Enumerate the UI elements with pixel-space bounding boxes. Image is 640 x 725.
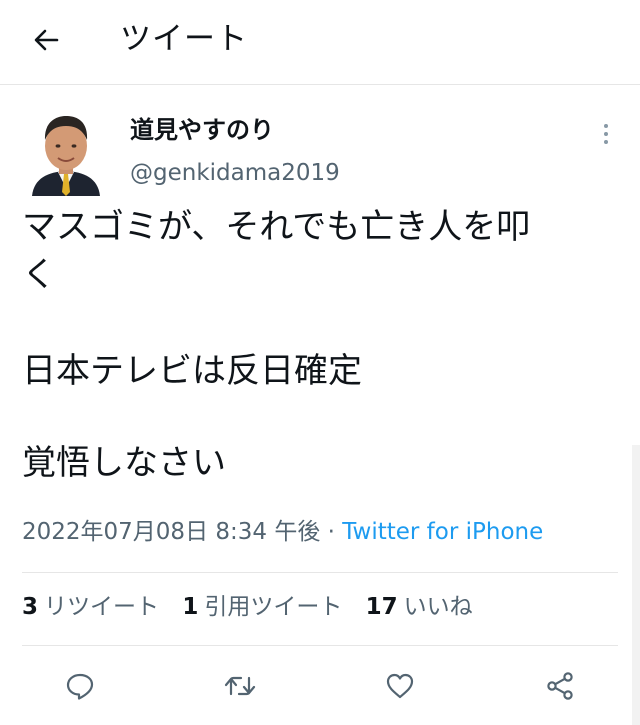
back-button[interactable] (22, 20, 70, 60)
tweet-text-line: 日本テレビは反日確定 (22, 351, 362, 391)
reply-icon (66, 673, 94, 700)
retweets-count: 3 (22, 594, 39, 620)
avatar[interactable] (28, 108, 104, 196)
tweet-stats: 3 リツイート 1 引用ツイート 17 いいね (22, 590, 489, 624)
tweet-text: マスゴミが、それでも亡き人を叩 く 日本テレビは反日確定 覚悟しなさい (22, 203, 618, 487)
retweet-icon (224, 676, 256, 696)
retweets-label: リツイート (44, 594, 160, 620)
likes-count: 17 (365, 594, 398, 620)
author-name[interactable]: 道見やすのり (130, 114, 274, 146)
quotes-count: 1 (182, 594, 199, 620)
meta-separator: · (327, 519, 335, 545)
heart-icon (386, 673, 414, 699)
retweet-button[interactable] (220, 666, 260, 706)
quotes-label: 引用ツイート (204, 594, 343, 620)
arrow-left-icon (34, 29, 59, 51)
retweets-stat[interactable]: 3 リツイート (22, 594, 159, 620)
tweet-timestamp[interactable]: 2022年07月08日 8:34 午後 (22, 519, 320, 545)
share-icon (547, 672, 573, 700)
page-title: ツイート (120, 21, 248, 57)
tweet-source-link[interactable]: Twitter for iPhone (342, 519, 543, 545)
tweet-text-line: マスゴミが、それでも亡き人を叩 (22, 207, 531, 247)
tweet-actions (0, 664, 640, 708)
reply-button[interactable] (60, 666, 100, 706)
divider (22, 645, 618, 646)
tweet-text-line: 覚悟しなさい (22, 443, 226, 483)
quotes-stat[interactable]: 1 引用ツイート (182, 594, 342, 620)
tweet-text-line: く (22, 255, 56, 295)
like-button[interactable] (380, 666, 420, 706)
likes-label: いいね (403, 594, 473, 620)
share-button[interactable] (540, 666, 580, 706)
divider (22, 572, 618, 573)
profile-photo (28, 108, 104, 196)
more-options-icon[interactable] (594, 118, 618, 150)
scrollbar-track[interactable] (632, 445, 640, 725)
tweet-meta: 2022年07月08日 8:34 午後 · Twitter for iPhone (22, 515, 543, 549)
likes-stat[interactable]: 17 いいね (366, 594, 473, 620)
author-handle[interactable]: @genkidama2019 (130, 157, 340, 189)
top-bar: ツイート (0, 0, 640, 85)
